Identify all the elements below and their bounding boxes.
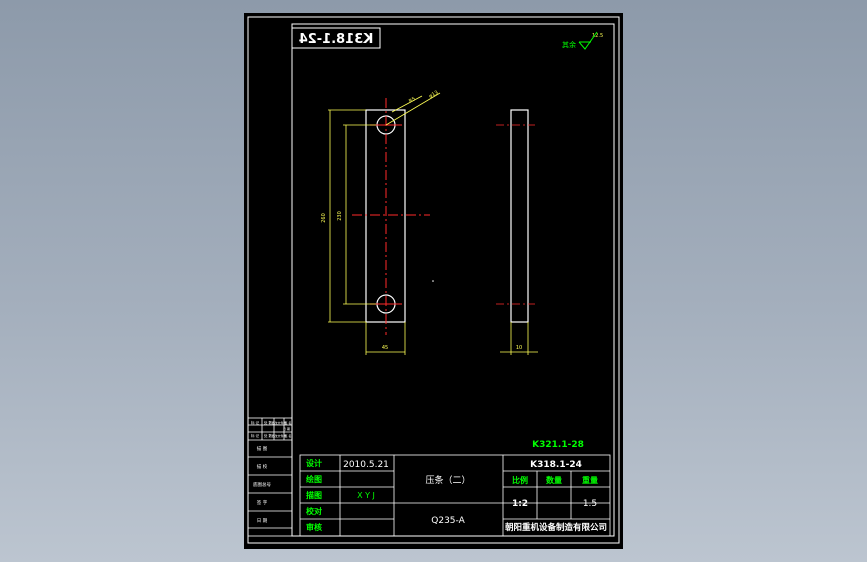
thickness-label: 10: [516, 345, 522, 351]
strip-row-6: 标 记: [251, 433, 260, 438]
header-weight: 重量: [582, 475, 598, 485]
role-review: 审核: [306, 522, 322, 532]
strip-block-5: 日 期: [257, 518, 268, 524]
strip-row-9: 签 名: [285, 433, 292, 438]
cad-viewport: K318.1-24 其余 12.5 R5 φ13 260 230 45 10 K…: [244, 13, 623, 549]
strip-row-4: 签 名: [285, 420, 292, 425]
design-date: 2010.5.21: [343, 460, 389, 470]
role-drafting: 绘图: [306, 474, 322, 484]
strip-row-1: 标 记: [251, 420, 260, 425]
drawing-number: K318.1-24: [530, 460, 582, 470]
part-name: 压条（二）: [425, 474, 470, 486]
header-ratio: 比例: [512, 475, 528, 485]
role-tracing: 描图: [306, 490, 322, 500]
drafter-initials: X Y J: [357, 491, 375, 500]
role-design: 设计: [306, 458, 322, 468]
width-label: 45: [382, 345, 388, 351]
strip-block-1: 描 图: [257, 445, 268, 452]
role-check: 校对: [306, 506, 322, 516]
company-name: 朝阳重机设备制造有限公司: [505, 522, 607, 533]
strip-block-2: 描 校: [257, 463, 268, 470]
header-quantity: 数量: [546, 475, 562, 485]
strip-block-4: 签 字: [257, 499, 268, 506]
mirrored-drawing-code: K318.1-24: [299, 32, 374, 47]
strip-block-3: 底图总号: [253, 481, 271, 488]
material: Q235-A: [431, 516, 465, 526]
roughness-label: 其余: [562, 40, 576, 49]
assembly-reference: K321.1-28: [532, 440, 584, 450]
weight-value: 1.5: [583, 499, 597, 509]
hole-spacing-label: 230: [337, 211, 343, 221]
overall-height-label: 260: [321, 213, 327, 223]
ratio-value: 1:2: [512, 499, 528, 509]
